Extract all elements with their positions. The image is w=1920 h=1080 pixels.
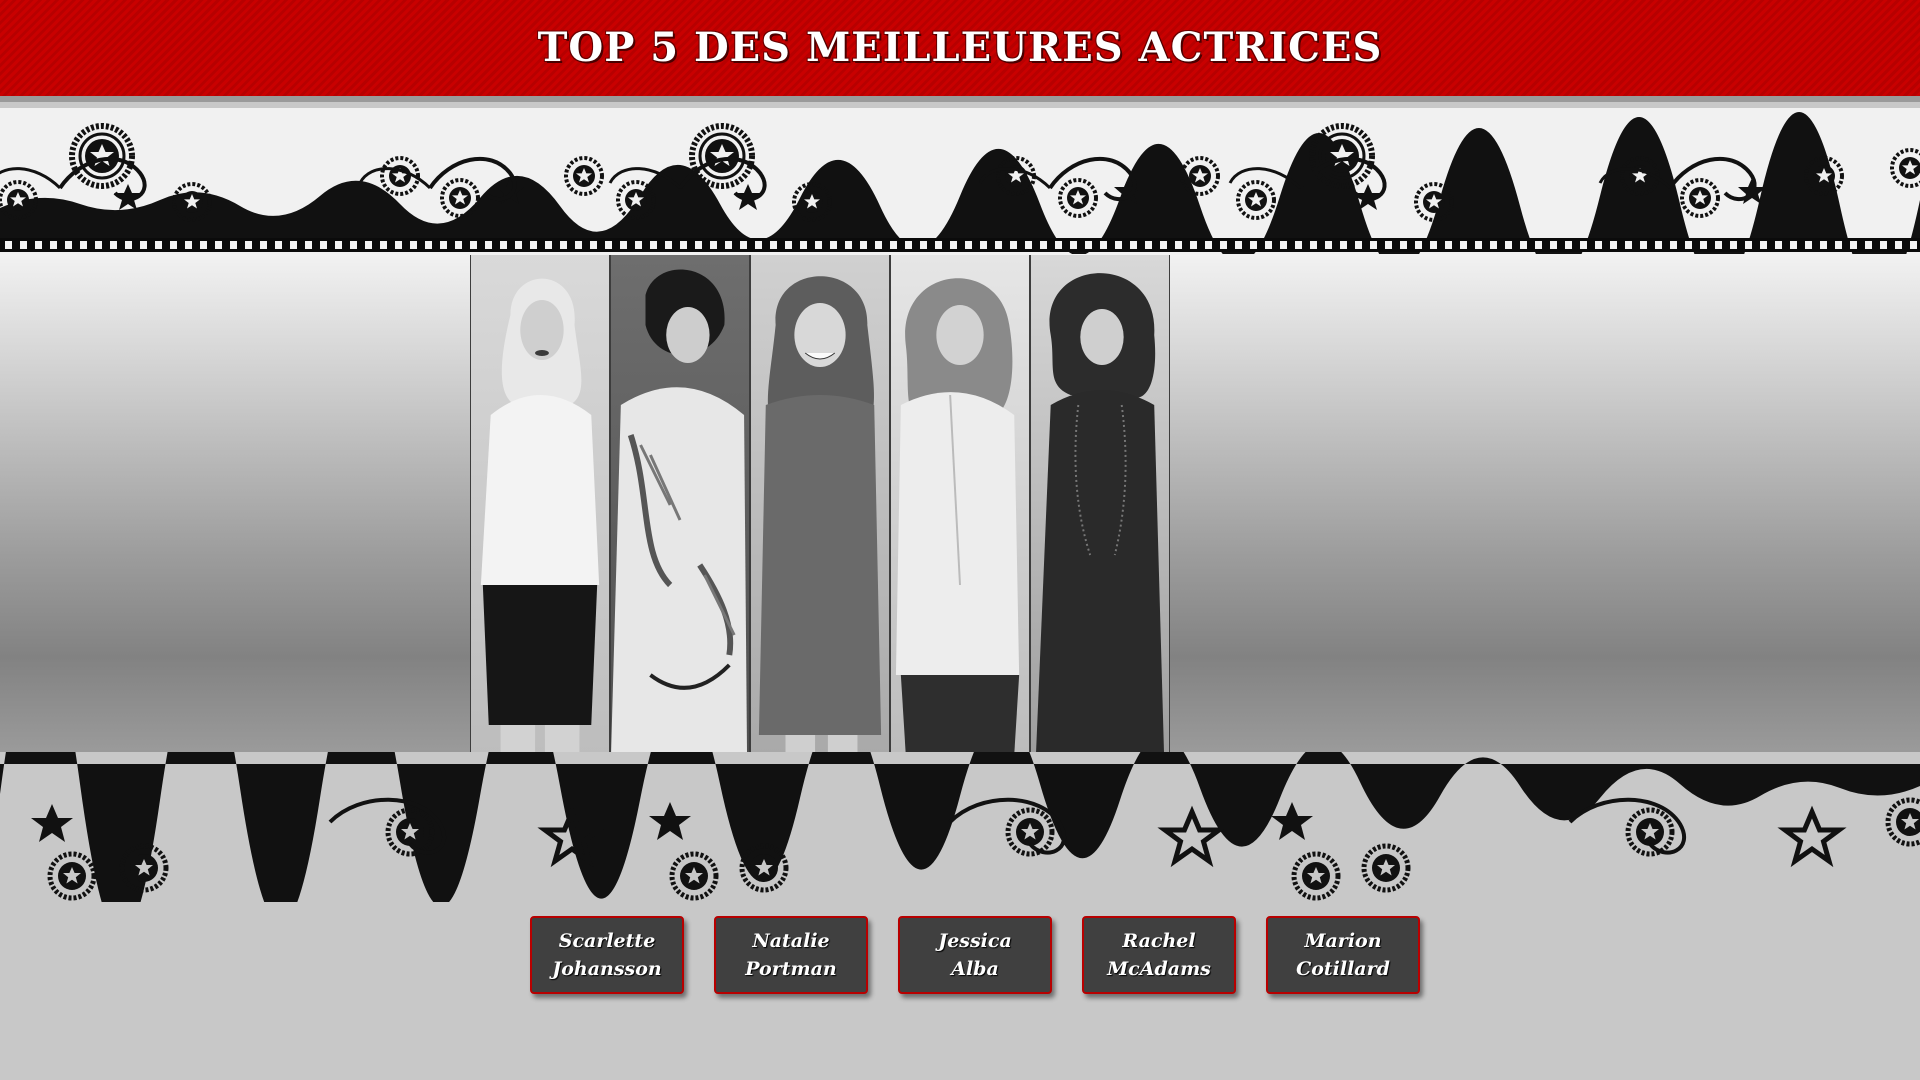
actress-button-2[interactable]: Natalie Portman: [714, 916, 868, 994]
button-label-line1: Jessica: [938, 930, 1012, 952]
portrait-panel-3[interactable]: [750, 255, 890, 755]
title-banner: TOP 5 DES MEILLEURES ACTRICES: [0, 0, 1920, 102]
button-label-line1: Marion: [1304, 930, 1382, 952]
button-label-line2: McAdams: [1107, 958, 1211, 980]
portrait-panel-4[interactable]: [890, 255, 1030, 755]
actress-button-5[interactable]: Marion Cotillard: [1266, 916, 1420, 994]
top-ornament-band: [0, 108, 1920, 254]
actress-button-1[interactable]: Scarlette Johansson: [530, 916, 684, 994]
star-swirl-ornament-icon: [0, 112, 1920, 254]
actress-buttons: Scarlette Johansson Natalie Portman Jess…: [530, 916, 1420, 994]
portrait-photo-icon: [611, 269, 748, 755]
button-label-line2: Cotillard: [1296, 958, 1390, 980]
portrait-photo-icon: [1035, 273, 1165, 755]
portrait-photo-icon: [480, 278, 600, 755]
film-strip-top: [0, 238, 1920, 252]
button-label-line2: Alba: [951, 958, 999, 980]
film-perforations: [0, 241, 1920, 249]
actress-gallery: [470, 255, 1170, 755]
button-label-line1: Scarlette: [558, 930, 656, 952]
button-label-line2: Johansson: [552, 958, 662, 980]
button-label-line1: Rachel: [1122, 930, 1196, 952]
actress-button-4[interactable]: Rachel McAdams: [1082, 916, 1236, 994]
actress-button-3[interactable]: Jessica Alba: [898, 916, 1052, 994]
page-title: TOP 5 DES MEILLEURES ACTRICES: [537, 24, 1383, 71]
star-swirl-ornament-icon: [0, 752, 1920, 902]
bottom-ornament-band: [0, 752, 1920, 902]
button-label-line2: Portman: [745, 958, 837, 980]
portrait-panel-5[interactable]: [1030, 255, 1170, 755]
button-label-line1: Natalie: [752, 930, 830, 952]
portrait-photo-icon: [895, 278, 1020, 755]
portrait-panel-2[interactable]: [610, 255, 750, 755]
portrait-photo-icon: [758, 276, 882, 755]
portrait-panel-1[interactable]: [470, 255, 610, 755]
